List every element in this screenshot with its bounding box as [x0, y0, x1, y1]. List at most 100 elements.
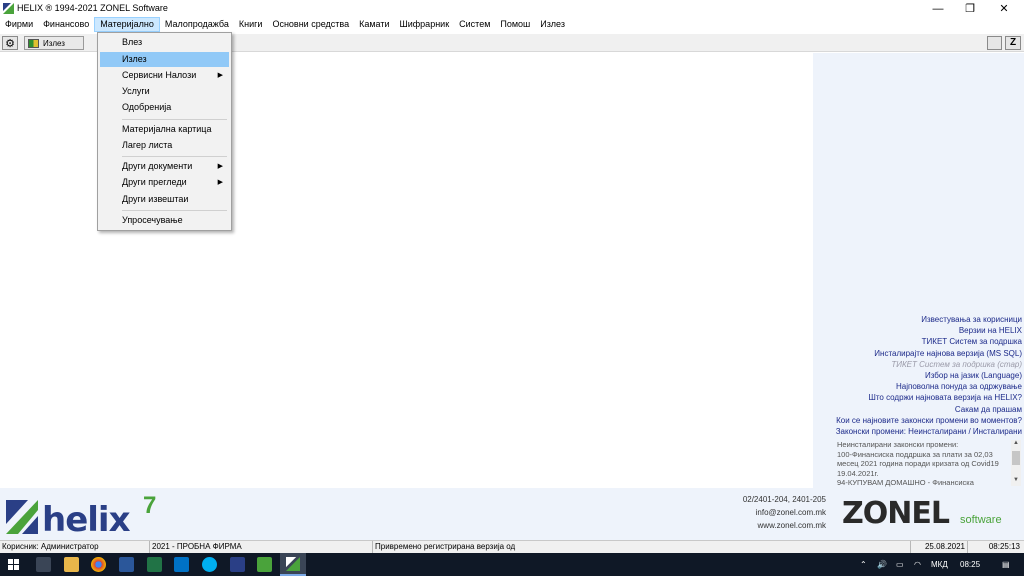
settings-button[interactable]: ⚙ — [2, 36, 18, 50]
menu-item-uprosecuvanje[interactable]: Упросечување — [100, 213, 229, 228]
link-whats-new[interactable]: Што содржи најновата верзија на HELIX? — [836, 392, 1022, 403]
network-icon[interactable]: ◠ — [914, 553, 921, 576]
file-explorer-icon[interactable] — [64, 557, 79, 572]
maximize-button[interactable]: ❐ — [954, 0, 986, 17]
menu-item-label: Други прегледи — [122, 177, 187, 187]
link-best-offer[interactable]: Најповолна понуда за одржување — [836, 381, 1022, 392]
menu-item-label: Излез — [122, 54, 147, 64]
news-item: 94-КУПУВАМ ДОМАШНО - Финансиска — [837, 478, 974, 487]
excel-icon[interactable] — [147, 557, 162, 572]
helix-logo: helix 7 — [6, 492, 166, 540]
close-icon: ✕ — [999, 3, 1009, 15]
outlook-icon[interactable] — [174, 557, 189, 572]
exit-door-icon — [28, 38, 39, 48]
link-ticket-system-old: ТИКЕТ Систем за подршка (стар) — [891, 359, 1022, 369]
z-button[interactable]: Z — [1005, 36, 1021, 50]
contact-email[interactable]: info@zonel.com.mk — [743, 506, 826, 519]
materijalno-dropdown: Влез Излез Сервисни Налози ▶ Услуги Одобр… — [97, 32, 232, 231]
language-indicator[interactable]: МКД — [931, 553, 948, 576]
status-company: 2021 - ПРОБНА ФИРМА — [150, 541, 373, 553]
menu-item-odobrenija[interactable]: Одобренија — [100, 100, 229, 115]
scroll-up-icon[interactable]: ▲ — [1011, 440, 1021, 449]
menu-item-drugi-izvestai[interactable]: Други извештаи — [100, 192, 229, 207]
menu-item-vlez[interactable]: Влез — [100, 35, 229, 50]
maximize-icon: ❐ — [965, 3, 975, 15]
link-helix-versions[interactable]: Верзии на HELIX — [836, 325, 1022, 336]
menu-kamati[interactable]: Камати — [354, 17, 394, 32]
menu-item-materijalna-kartica[interactable]: Материјална картица — [100, 122, 229, 137]
status-time: 08:25:13 — [988, 542, 1020, 551]
menu-materijalno[interactable]: Материјално — [94, 17, 160, 32]
windows-start-icon[interactable] — [8, 559, 19, 570]
scroll-thumb[interactable] — [1012, 451, 1020, 465]
volume-icon[interactable]: 🔊 — [877, 553, 887, 576]
link-ticket-system[interactable]: ТИКЕТ Систем за подршка — [836, 336, 1022, 347]
status-bar: Корисник: Администратор 2021 - ПРОБНА ФИ… — [0, 540, 1024, 553]
footer-banner: helix 7 02/2401-204, 2401-205 info@zonel… — [0, 488, 1024, 540]
link-language[interactable]: Избор на јазик (Language) — [836, 370, 1022, 381]
exit-toolbar-label: Излез — [43, 38, 65, 48]
link-ask-question[interactable]: Сакам да прашам — [836, 404, 1022, 415]
close-button[interactable]: ✕ — [988, 0, 1020, 17]
menu-item-label: Услуги — [122, 86, 150, 96]
helix-version-mark: 7 — [143, 492, 157, 519]
menu-finansovo[interactable]: Финансово — [38, 17, 94, 32]
notification-icon[interactable]: ▤ — [1002, 553, 1010, 576]
helix-alt-taskbar-icon[interactable] — [257, 557, 272, 572]
helix-7-taskbar-icon[interactable] — [230, 557, 245, 572]
taskbar-clock[interactable]: 08:25 — [960, 553, 980, 576]
link-legal-changes-status[interactable]: Законски промени: Неинсталирани / Инстал… — [836, 426, 1022, 437]
menu-osnovni-sredstva[interactable]: Основни средства — [267, 17, 354, 32]
battery-icon[interactable]: ▭ — [896, 553, 904, 576]
toolbar-blank-button[interactable] — [987, 36, 1002, 50]
menu-item-lager-lista[interactable]: Лагер листа — [100, 138, 229, 153]
helix-app-taskbar-icon — [286, 557, 300, 571]
news-heading: Неинсталирани законски промени: — [837, 440, 959, 449]
windows-taskbar: ⌃ 🔊 ▭ ◠ МКД 08:25 ▤ — [0, 553, 1024, 576]
scroll-down-icon[interactable]: ▼ — [1011, 477, 1021, 486]
menu-item-drugi-pregledi[interactable]: Други прегледи ▶ — [100, 175, 229, 190]
z-icon: Z — [1009, 37, 1017, 48]
menu-item-izlez[interactable]: Излез — [100, 52, 229, 67]
link-notifications[interactable]: Известувања за корисници — [836, 314, 1022, 325]
menu-sistem[interactable]: Систем — [454, 17, 495, 32]
menu-bar: Фирми Финансово Материјално Малопродажба… — [0, 17, 1024, 32]
status-date: 25.08.2021 — [911, 541, 968, 553]
helix-running-app[interactable] — [280, 553, 306, 576]
news-scrollbar[interactable]: ▲ ▼ — [1011, 440, 1021, 486]
zonel-logo: ZONEL — [842, 496, 950, 531]
menu-item-uslugi[interactable]: Услуги — [100, 84, 229, 99]
link-legal-changes[interactable]: Кои се најновите законски промени во мом… — [836, 415, 1022, 426]
window-title: HELIX ® 1994-2021 ZONEL Software — [17, 3, 168, 13]
menu-item-drugi-dokumenti[interactable]: Други документи ▶ — [100, 159, 229, 174]
exit-toolbar-button[interactable]: Излез — [24, 36, 84, 50]
menu-item-label: Материјална картица — [122, 124, 212, 134]
menu-sifrarnik[interactable]: Шифрарник — [395, 17, 455, 32]
menu-knigi[interactable]: Книги — [234, 17, 268, 32]
info-panel: Известувања за корисници Верзии на HELIX… — [813, 53, 1024, 488]
zonel-logo-suffix: software — [960, 514, 1002, 526]
word-icon[interactable] — [119, 557, 134, 572]
contact-phone: 02/2401-204, 2401-205 — [742, 495, 826, 504]
tray-chevron-icon[interactable]: ⌃ — [860, 553, 867, 576]
helix-logo-mark — [6, 500, 38, 534]
menu-maloprodazba[interactable]: Малопродажба — [160, 17, 234, 32]
minimize-button[interactable]: — — [922, 0, 954, 17]
submenu-arrow-icon: ▶ — [217, 179, 223, 186]
news-box: Неинсталирани законски промени: 100-Фина… — [837, 440, 1009, 487]
menu-izlez[interactable]: Излез — [535, 17, 570, 32]
contact-web[interactable]: www.zonel.com.mk — [743, 519, 826, 532]
calculator-icon[interactable] — [36, 557, 51, 572]
menu-firmi[interactable]: Фирми — [0, 17, 38, 32]
submenu-arrow-icon: ▶ — [217, 163, 223, 170]
menu-item-label: Сервисни Налози — [122, 70, 197, 80]
menu-pomos[interactable]: Помош — [495, 17, 535, 32]
contact-info: 02/2401-204, 2401-205 info@zonel.com.mk … — [743, 493, 826, 532]
chrome-icon[interactable] — [91, 557, 106, 572]
menu-separator — [122, 119, 227, 120]
gear-icon: ⚙ — [5, 37, 15, 50]
link-install-latest[interactable]: Инсталирајте најнова верзија (MS SQL) — [836, 348, 1022, 359]
skype-icon[interactable] — [202, 557, 217, 572]
helix-logo-text: helix — [42, 500, 131, 540]
menu-item-servisni-nalozi[interactable]: Сервисни Налози ▶ — [100, 68, 229, 83]
